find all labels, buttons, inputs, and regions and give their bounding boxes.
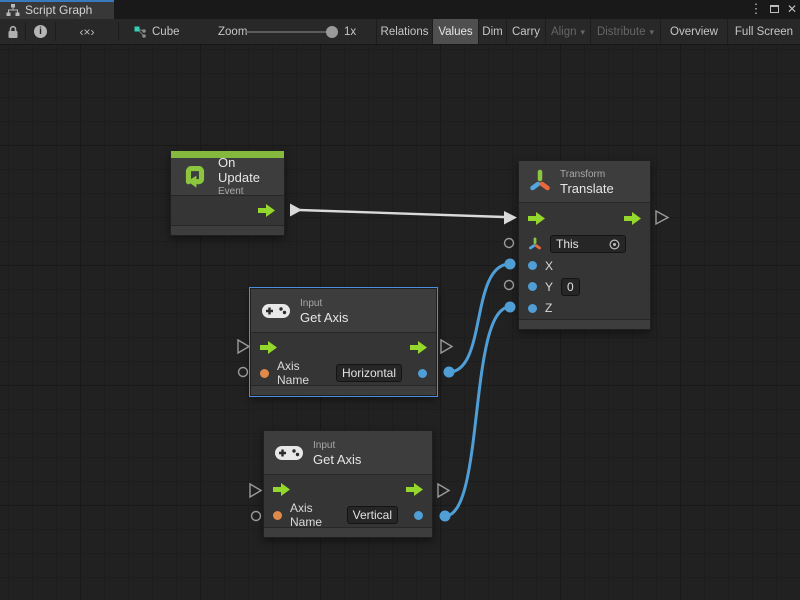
y-input-port[interactable]: [528, 282, 537, 291]
this-field[interactable]: This: [550, 235, 626, 253]
node-category: Transform: [560, 168, 614, 181]
transform-icon: [529, 169, 551, 195]
y-port-label: Y: [545, 280, 553, 294]
button-label: Values: [438, 26, 472, 38]
close-icon[interactable]: ✕: [784, 0, 800, 19]
axis-name-value: Vertical: [353, 507, 392, 523]
gamepad-icon: [274, 443, 304, 463]
button-label: Overview: [670, 26, 718, 38]
x-port-label: X: [545, 259, 553, 273]
node-get-axis-vertical[interactable]: Input Get Axis Axis Name Vertical: [263, 430, 433, 538]
tab-title: Script Graph: [25, 2, 92, 17]
lock-button[interactable]: [0, 19, 25, 44]
node-footer: [519, 319, 650, 329]
full-screen-button[interactable]: Full Screen: [727, 19, 800, 44]
align-button[interactable]: Align ▾: [545, 19, 590, 44]
y-field-value: 0: [567, 279, 574, 295]
flow-input-port[interactable]: [528, 212, 545, 225]
tab-script-graph[interactable]: Script Graph: [0, 0, 114, 19]
axis-name-field[interactable]: Horizontal: [336, 364, 402, 382]
z-input-port[interactable]: [528, 304, 537, 313]
node-get-axis-horizontal[interactable]: Input Get Axis Axis Name Horizontal: [250, 288, 437, 396]
flow-output-port[interactable]: [258, 204, 275, 217]
result-output-port[interactable]: [418, 369, 427, 378]
code-view-button[interactable]: ‹×›: [56, 19, 118, 44]
toolbar-divider: [118, 22, 119, 41]
button-label: Distribute: [597, 26, 646, 38]
dim-button[interactable]: Dim: [478, 19, 506, 44]
carry-button[interactable]: Carry: [506, 19, 545, 44]
titlebar: Script Graph ⋮ ✕: [0, 0, 800, 19]
button-label: Full Screen: [735, 26, 793, 38]
result-output-port[interactable]: [414, 511, 423, 520]
flow-output-port[interactable]: [406, 483, 423, 496]
graph-tab-icon: [6, 3, 20, 17]
axis-name-label: Axis Name: [277, 359, 328, 387]
graph-owner-label[interactable]: Cube: [152, 19, 180, 44]
button-label: Relations: [381, 26, 429, 38]
code-view-icon: ‹×›: [80, 25, 95, 39]
lock-icon: [7, 25, 19, 39]
flow-input-port[interactable]: [260, 341, 277, 354]
this-field-value: This: [556, 236, 579, 252]
graph-owner-icon: [132, 19, 148, 44]
z-port-label: Z: [545, 301, 552, 315]
flow-output-port[interactable]: [624, 212, 641, 225]
gamepad-icon: [261, 301, 291, 321]
relations-button[interactable]: Relations: [376, 19, 432, 44]
node-title: Get Axis: [313, 452, 361, 467]
chevron-down-icon: ▾: [650, 26, 655, 38]
node-on-update[interactable]: On Update Event: [170, 150, 285, 236]
zoom-slider-handle[interactable]: [326, 26, 338, 38]
y-value-field[interactable]: 0: [561, 278, 580, 296]
maximize-icon[interactable]: [766, 0, 783, 19]
zoom-value: 1x: [344, 19, 356, 44]
chevron-down-icon: ▾: [581, 26, 586, 38]
node-title: On Update: [218, 155, 274, 185]
button-label: Dim: [482, 26, 502, 38]
info-icon: i: [34, 25, 47, 38]
node-footer: [171, 225, 284, 235]
axis-name-field[interactable]: Vertical: [347, 506, 398, 524]
button-label: Align: [551, 26, 577, 38]
flow-output-port[interactable]: [410, 341, 427, 354]
inspect-button[interactable]: i: [26, 19, 55, 44]
window-menu-icon[interactable]: ⋮: [748, 0, 764, 19]
node-title: Translate: [560, 181, 614, 196]
node-category: Input: [300, 297, 348, 310]
flow-input-port[interactable]: [273, 483, 290, 496]
toolbar: i ‹×› Cube Zoom 1x Relations Values Dim …: [0, 19, 800, 45]
values-button[interactable]: Values: [432, 19, 478, 44]
transform-mini-icon: [528, 237, 542, 252]
node-category: Input: [313, 439, 361, 452]
on-update-loop-icon: [181, 163, 209, 191]
node-subtitle: Event: [218, 185, 274, 198]
node-title: Get Axis: [300, 310, 348, 325]
axis-name-input-port[interactable]: [273, 511, 282, 520]
axis-name-label: Axis Name: [290, 501, 339, 529]
button-label: Carry: [512, 26, 540, 38]
zoom-slider-track[interactable]: [246, 31, 338, 33]
active-tab-accent: [0, 0, 114, 2]
axis-name-value: Horizontal: [342, 365, 396, 381]
axis-name-input-port[interactable]: [260, 369, 269, 378]
x-input-port[interactable]: [528, 261, 537, 270]
distribute-button[interactable]: Distribute ▾: [590, 19, 660, 44]
overview-button[interactable]: Overview: [660, 19, 727, 44]
node-translate[interactable]: Transform Translate This: [518, 160, 651, 330]
zoom-label: Zoom: [218, 19, 247, 44]
target-picker-icon[interactable]: [609, 239, 620, 250]
